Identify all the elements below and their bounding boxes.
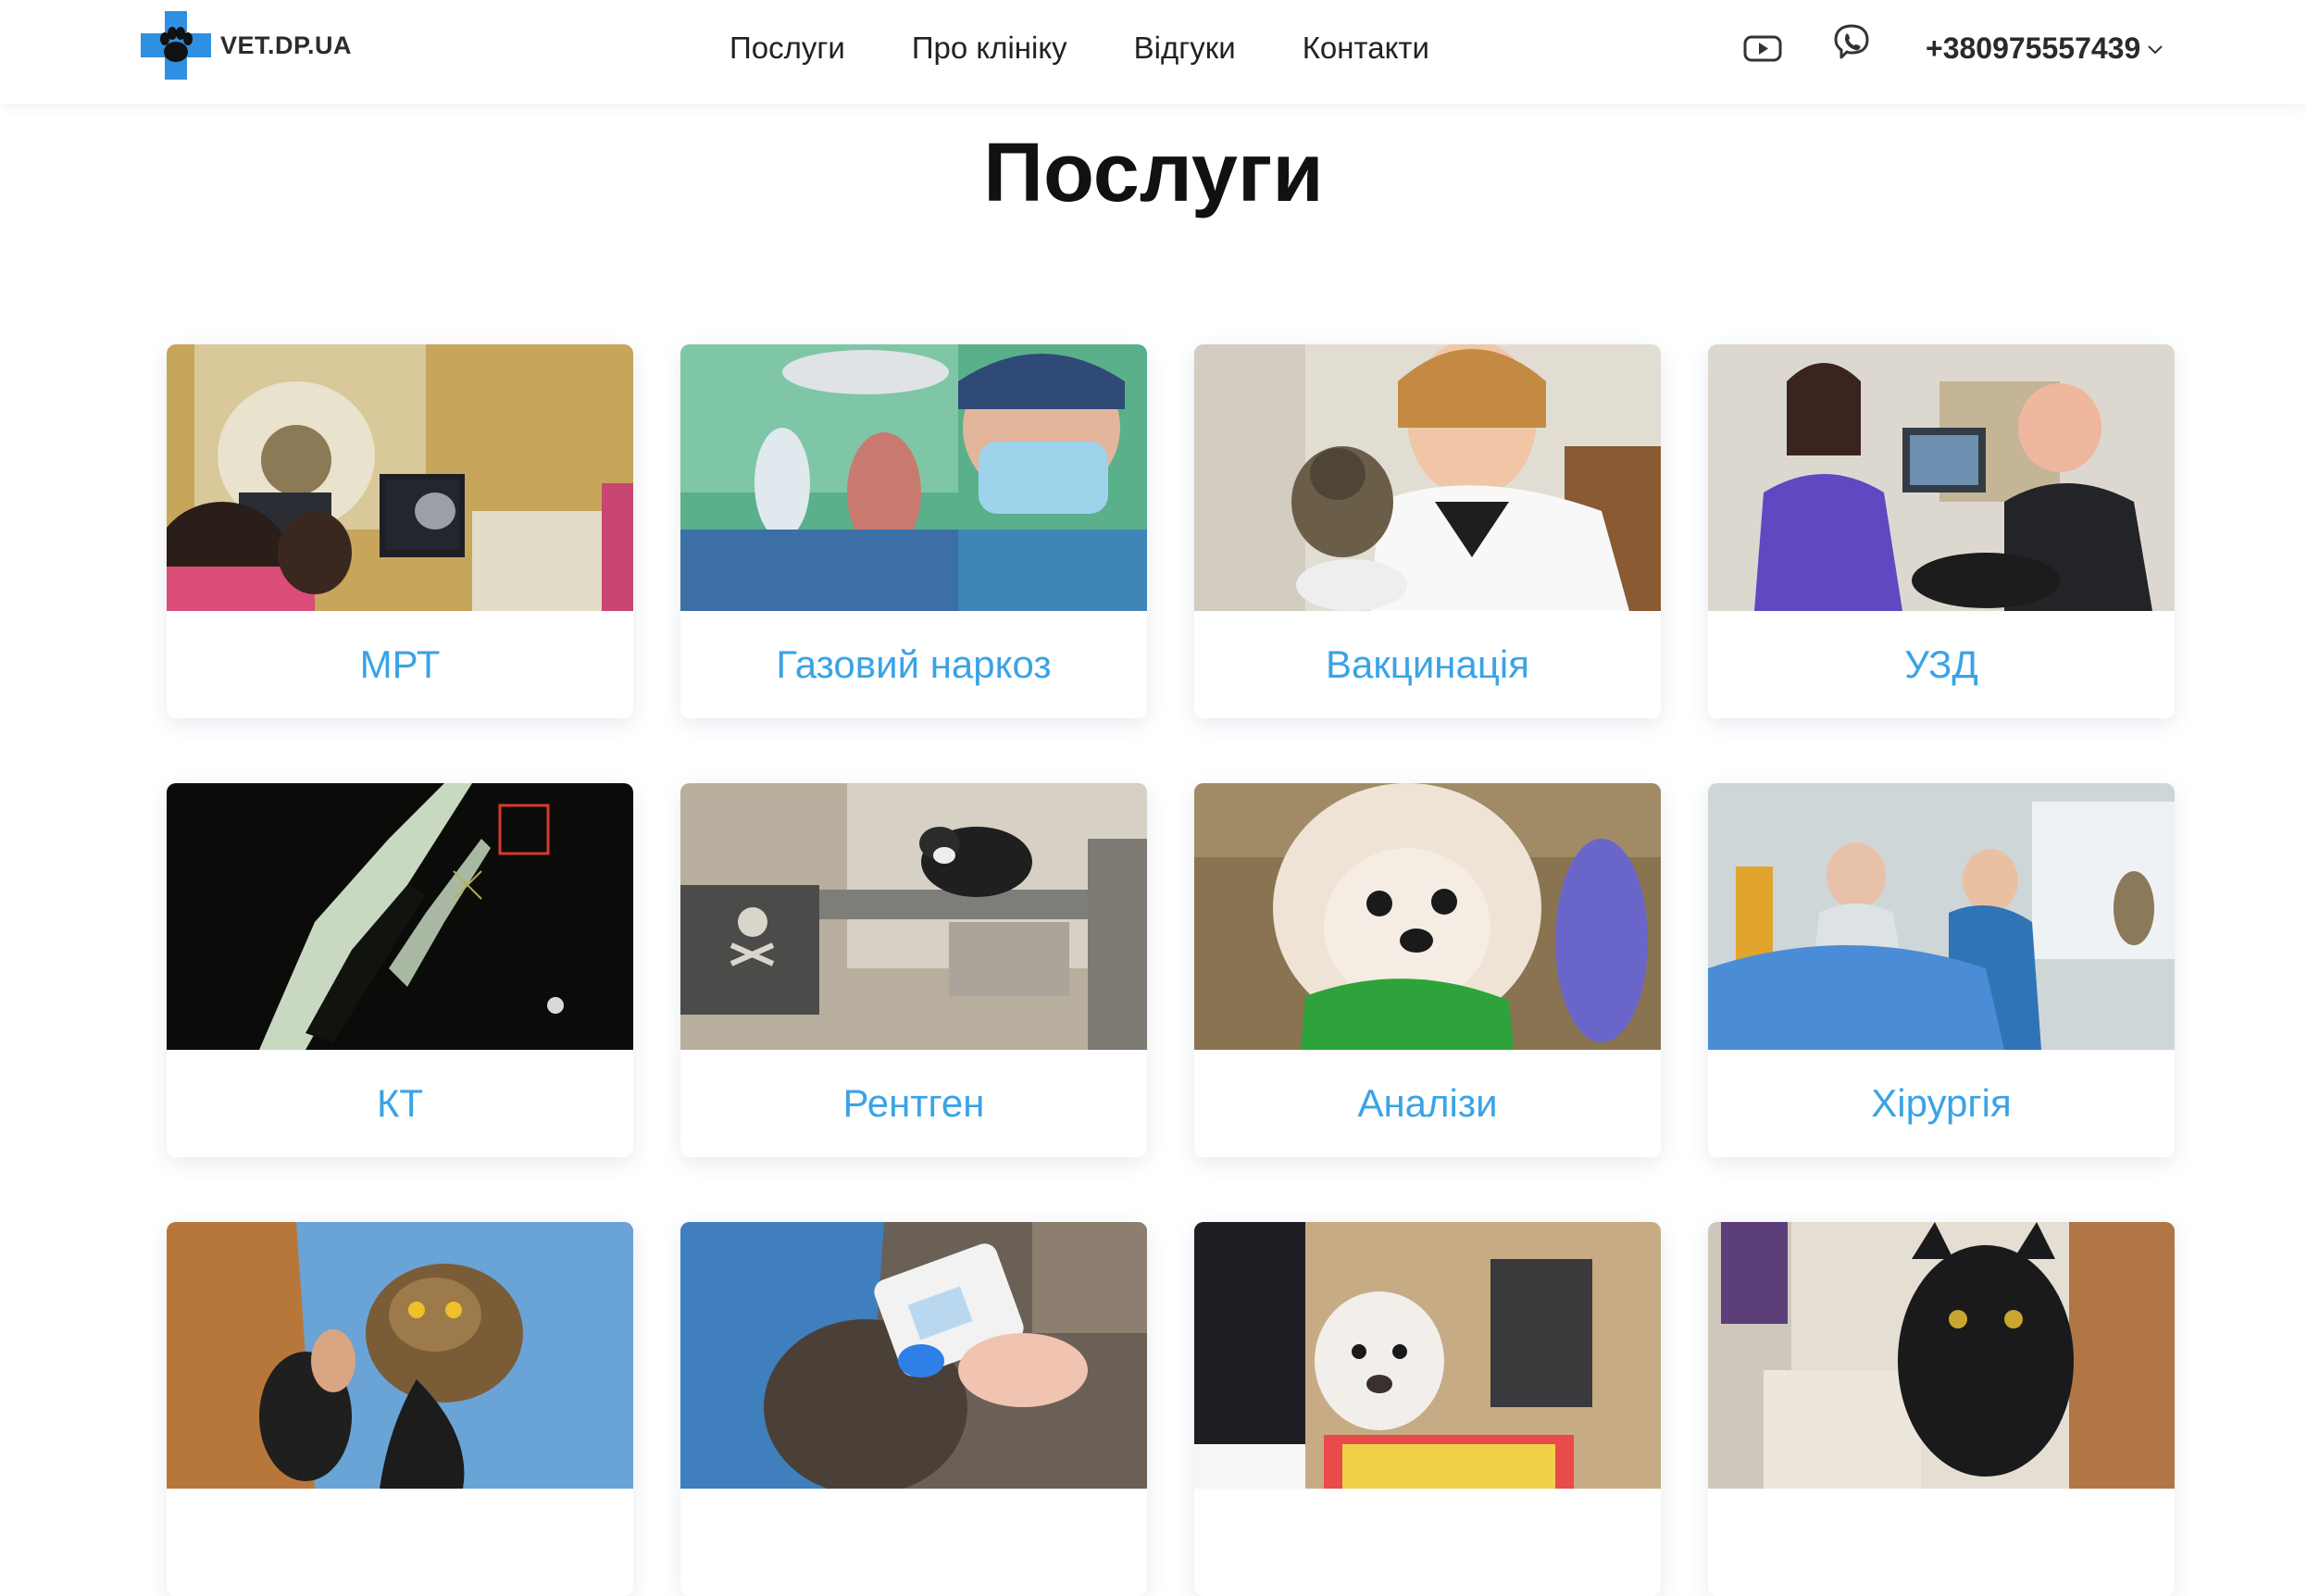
service-card-title xyxy=(1708,1489,2175,1596)
service-card-11[interactable] xyxy=(1194,1222,1661,1596)
service-card-10[interactable] xyxy=(680,1222,1147,1596)
ct-scan-photo xyxy=(167,783,633,1050)
main-nav: Послуги Про клініку Відгуки Контакти xyxy=(730,28,1429,69)
pomeranian-photo xyxy=(1194,783,1661,1050)
logo-text: VET.DP.UA xyxy=(220,31,353,59)
phone-number: +380975557439 xyxy=(1926,31,2141,65)
chevron-down-icon xyxy=(2148,44,2163,54)
phone-dropdown[interactable]: +380975557439 xyxy=(1926,31,2164,66)
service-card-ct[interactable]: КТ xyxy=(167,783,633,1157)
service-card-9[interactable] xyxy=(167,1222,633,1596)
nav-item-services[interactable]: Послуги xyxy=(730,28,845,69)
service-card-title xyxy=(1194,1489,1661,1596)
viber-icon[interactable] xyxy=(1831,22,1872,65)
owl-photo xyxy=(167,1222,633,1489)
nav-item-contacts[interactable]: Контакти xyxy=(1303,28,1429,69)
service-card-title: Хірургія xyxy=(1871,1081,2012,1125)
paw-cross-logo-icon xyxy=(141,11,211,80)
page-title: Послуги xyxy=(983,127,1324,219)
service-card-title: Вакцинація xyxy=(1326,642,1529,686)
white-dog-photo xyxy=(1194,1222,1661,1489)
nav-item-reviews[interactable]: Відгуки xyxy=(1134,28,1236,69)
logo-link[interactable]: VET.DP.UA xyxy=(141,11,352,80)
services-grid: МРТ Газовий наркоз Вакцинація УЗД КТ Рен… xyxy=(167,344,2176,1596)
service-card-mri[interactable]: МРТ xyxy=(167,344,633,718)
vet-with-monkey-photo xyxy=(1194,344,1661,611)
service-card-gas-anesthesia[interactable]: Газовий наркоз xyxy=(680,344,1147,718)
service-card-ultrasound[interactable]: УЗД xyxy=(1708,344,2175,718)
service-card-title: МРТ xyxy=(359,642,441,686)
service-card-surgery[interactable]: Хірургія xyxy=(1708,783,2175,1157)
service-card-title: Газовий наркоз xyxy=(776,642,1052,686)
cat-scanner-photo xyxy=(680,1222,1147,1489)
service-card-12[interactable] xyxy=(1708,1222,2175,1596)
black-cat-photo xyxy=(1708,1222,2175,1489)
service-card-title: Аналізи xyxy=(1357,1081,1498,1125)
nav-item-about[interactable]: Про клініку xyxy=(912,28,1067,69)
mri-room-photo xyxy=(167,344,633,611)
ultrasound-team-photo xyxy=(1708,344,2175,611)
youtube-icon[interactable] xyxy=(1742,31,1783,65)
service-card-tests[interactable]: Аналізи xyxy=(1194,783,1661,1157)
service-card-vaccination[interactable]: Вакцинація xyxy=(1194,344,1661,718)
surgery-team-photo xyxy=(1708,783,2175,1050)
site-header: VET.DP.UA Послуги Про клініку Відгуки Ко… xyxy=(0,0,2307,104)
service-card-title: УЗД xyxy=(1904,642,1978,686)
service-card-title xyxy=(167,1489,633,1596)
service-card-title: Рентген xyxy=(842,1081,985,1125)
service-card-title: КТ xyxy=(376,1081,424,1125)
service-card-title xyxy=(680,1489,1147,1596)
service-card-xray[interactable]: Рентген xyxy=(680,783,1147,1157)
cat-xray-photo xyxy=(680,783,1147,1050)
surgeon-mask-photo xyxy=(680,344,1147,611)
